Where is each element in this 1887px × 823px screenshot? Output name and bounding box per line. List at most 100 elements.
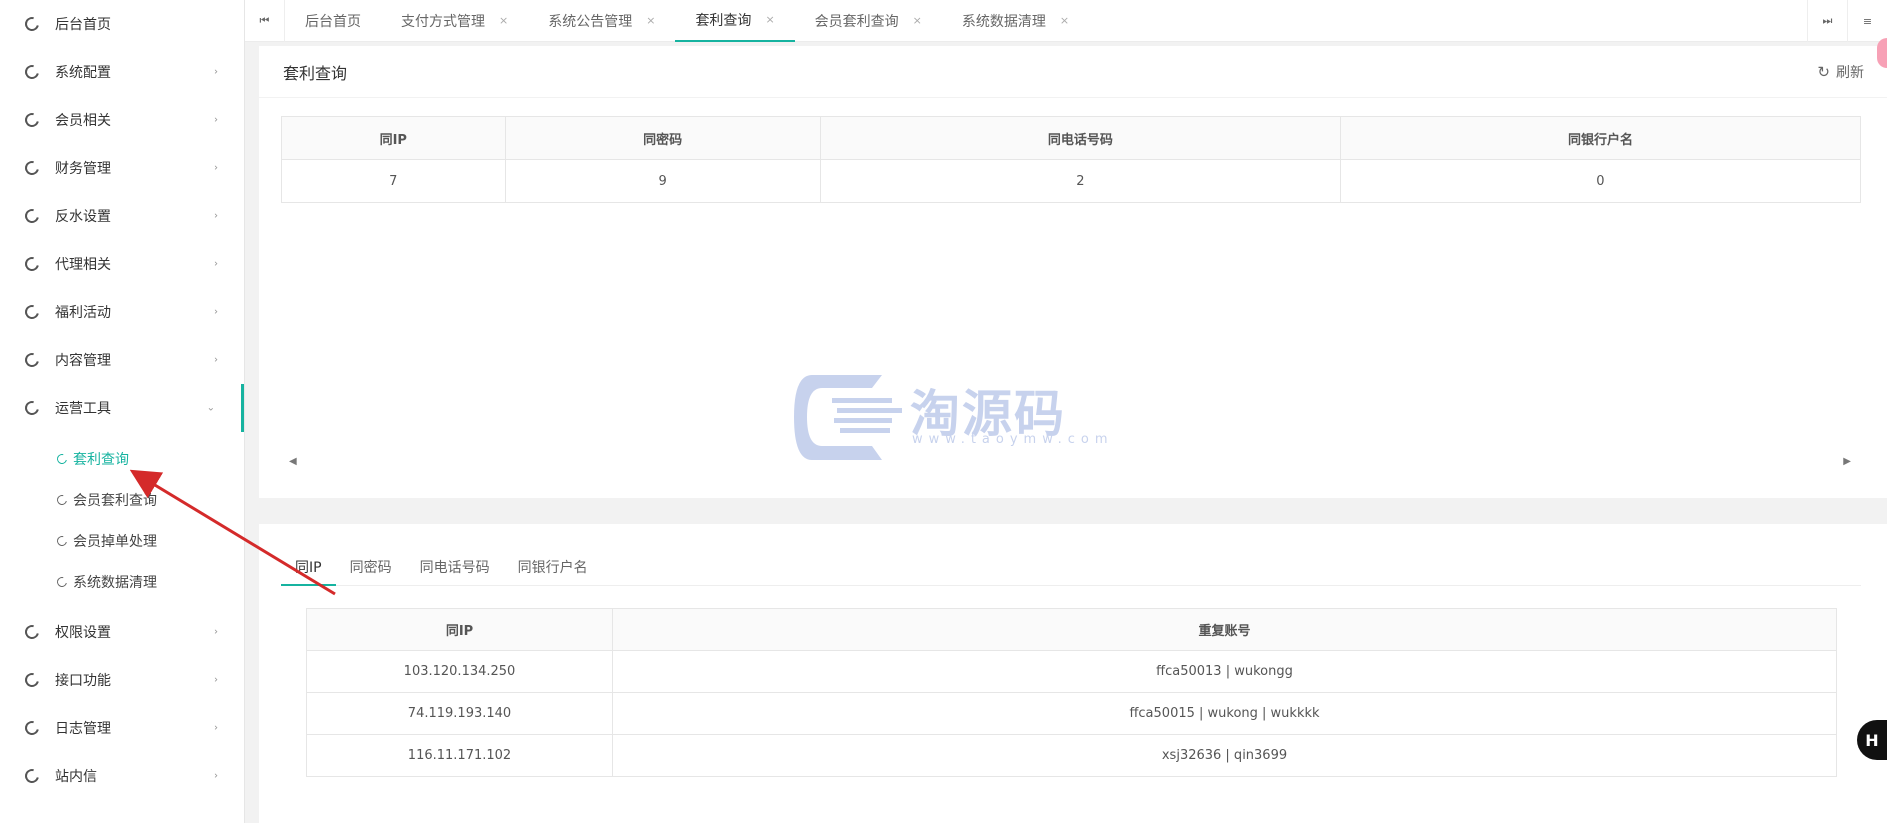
sidebar-subitem-label: 会员套利查询	[73, 492, 157, 509]
detail-table: 同IP 重复账号 103.120.134.250 ffca50013 | wuk…	[306, 608, 1837, 777]
sidebar-item-agents[interactable]: 代理相关 ›	[0, 240, 244, 288]
tab-announcements[interactable]: 系统公告管理 ×	[528, 0, 675, 42]
detail-panel: 同IP 同密码 同电话号码 同银行户名 同IP 重复账号 103.120.134…	[259, 524, 1887, 823]
ip-cell: 116.11.171.102	[306, 734, 613, 777]
menu-circle-icon	[22, 158, 42, 178]
tab-same-bank-name[interactable]: 同银行户名	[504, 550, 602, 586]
chevron-down-icon: ⌄	[206, 402, 215, 414]
summary-table-wrap: 同IP 同密码 同电话号码 同银行户名 7 9 2 0	[281, 116, 1862, 203]
tab-payment-methods[interactable]: 支付方式管理 ×	[381, 0, 528, 42]
sidebar-item-label: 权限设置	[55, 625, 111, 641]
sidebar-item-label: 福利活动	[55, 305, 111, 321]
refresh-button[interactable]: ↻ 刷新	[1817, 62, 1864, 82]
sidebar: 后台首页 系统配置 › 会员相关 › 财务管理 › 反水设置 › 代理相关 › …	[0, 0, 245, 823]
sidebar-item-finance[interactable]: 财务管理 ›	[0, 144, 244, 192]
sidebar-item-operations[interactable]: 运营工具 ⌄	[0, 384, 244, 432]
column-header: 同IP	[306, 608, 613, 651]
tab-label: 支付方式管理	[401, 13, 485, 30]
column-header: 重复账号	[612, 608, 1837, 651]
tabs-scroll-right-icon[interactable]: ⏭	[1807, 0, 1847, 42]
chevron-right-icon: ›	[214, 626, 218, 638]
menu-circle-icon	[22, 718, 42, 738]
close-icon[interactable]: ×	[646, 14, 655, 27]
close-icon[interactable]: ×	[499, 14, 508, 27]
accounts-cell: xsj32636 | qin3699	[612, 734, 1837, 777]
sidebar-item-system-config[interactable]: 系统配置 ›	[0, 48, 244, 96]
sidebar-subitem-member-arbitrage[interactable]: 会员套利查询	[0, 479, 244, 520]
chevron-right-icon: ›	[214, 770, 218, 782]
sidebar-item-messages[interactable]: 站内信 ›	[0, 752, 244, 800]
sidebar-item-rebate[interactable]: 反水设置 ›	[0, 192, 244, 240]
menu-circle-icon	[55, 451, 69, 466]
menu-circle-icon	[22, 622, 42, 642]
sidebar-subitem-label: 系统数据清理	[73, 574, 157, 591]
chevron-right-icon: ›	[214, 722, 218, 734]
menu-circle-icon	[22, 766, 42, 786]
sidebar-subitem-member-drop-order[interactable]: 会员掉单处理	[0, 520, 244, 561]
tab-label: 系统数据清理	[961, 13, 1046, 30]
sidebar-item-members[interactable]: 会员相关 ›	[0, 96, 244, 144]
table-row: 74.119.193.140 ffca50015 | wukong | wukk…	[306, 692, 1837, 735]
accounts-cell: ffca50015 | wukong | wukkkk	[612, 692, 1837, 735]
accounts-cell: ffca50013 | wukongg	[612, 650, 1837, 693]
tab-label: 系统公告管理	[548, 13, 633, 30]
operations-submenu: 套利查询 会员套利查询 会员掉单处理 系统数据清理	[0, 432, 244, 608]
tabs-scroll-left-icon[interactable]: ⏮	[245, 0, 285, 42]
ip-cell: 103.120.134.250	[306, 650, 613, 693]
sidebar-item-logs[interactable]: 日志管理 ›	[0, 704, 244, 752]
refresh-icon: ↻	[1817, 62, 1830, 81]
sidebar-item-promotions[interactable]: 福利活动 ›	[0, 288, 244, 336]
tab-same-phone[interactable]: 同电话号码	[406, 550, 504, 586]
table-cell: 7	[281, 159, 506, 203]
sidebar-item-content[interactable]: 内容管理 ›	[0, 336, 244, 384]
chevron-right-icon: ›	[214, 114, 218, 126]
column-header: 同IP	[281, 116, 506, 160]
chevron-right-icon: ›	[214, 162, 218, 174]
column-header: 同密码	[504, 116, 821, 160]
chevron-right-icon: ›	[214, 210, 218, 222]
sidebar-item-label: 运营工具	[55, 401, 111, 417]
menu-circle-icon	[55, 574, 69, 589]
close-icon[interactable]: ×	[765, 13, 774, 26]
menu-circle-icon	[22, 206, 42, 226]
summary-table: 同IP 同密码 同电话号码 同银行户名 7 9 2 0	[281, 116, 1862, 203]
tab-label: 后台首页	[305, 13, 361, 30]
sidebar-item-label: 站内信	[55, 769, 97, 785]
menu-icon[interactable]: ≡	[1847, 0, 1887, 42]
close-icon[interactable]: ×	[913, 14, 922, 27]
menu-circle-icon	[22, 254, 42, 274]
sidebar-item-label: 内容管理	[55, 353, 111, 369]
page-title: 套利查询	[283, 63, 348, 83]
column-header: 同电话号码	[819, 116, 1341, 160]
table-cell: 9	[504, 159, 821, 203]
tab-arbitrage-query[interactable]: 套利查询 ×	[675, 0, 795, 42]
menu-circle-icon	[22, 14, 42, 34]
chevron-right-icon: ›	[214, 306, 218, 318]
sidebar-item-permissions[interactable]: 权限设置 ›	[0, 608, 244, 656]
refresh-label: 刷新	[1836, 64, 1864, 81]
sidebar-subitem-arbitrage-query[interactable]: 套利查询	[0, 438, 244, 479]
table-row: 7 9 2 0	[281, 159, 1862, 203]
sidebar-subitem-data-cleanup[interactable]: 系统数据清理	[0, 561, 244, 602]
tab-same-password[interactable]: 同密码	[336, 550, 406, 586]
horizontal-scrollbar[interactable]: ◀ ▶	[289, 456, 1851, 467]
tab-member-arbitrage[interactable]: 会员套利查询 ×	[795, 0, 942, 42]
menu-circle-icon	[22, 670, 42, 690]
menu-circle-icon	[22, 350, 42, 370]
tab-data-cleanup[interactable]: 系统数据清理 ×	[942, 0, 1089, 42]
table-cell: 0	[1339, 159, 1862, 203]
tab-label: 会员套利查询	[814, 13, 899, 30]
sidebar-item-label: 代理相关	[55, 257, 111, 273]
column-header: 同银行户名	[1339, 116, 1862, 160]
sidebar-item-api[interactable]: 接口功能 ›	[0, 656, 244, 704]
tab-home[interactable]: 后台首页	[285, 0, 381, 42]
page-tabs-bar: ⏮ 后台首页 支付方式管理 × 系统公告管理 × 套利查询 × 会员套利查询 ×…	[245, 0, 1887, 42]
close-icon[interactable]: ×	[1060, 14, 1069, 27]
scroll-right-icon[interactable]: ▶	[1843, 456, 1851, 467]
sidebar-item-label: 系统配置	[55, 65, 111, 81]
sidebar-item-label: 接口功能	[55, 673, 111, 689]
sidebar-item-label: 后台首页	[55, 17, 111, 33]
sidebar-item-home[interactable]: 后台首页	[0, 0, 244, 48]
tab-same-ip[interactable]: 同IP	[281, 550, 336, 586]
scroll-left-icon[interactable]: ◀	[289, 456, 297, 467]
